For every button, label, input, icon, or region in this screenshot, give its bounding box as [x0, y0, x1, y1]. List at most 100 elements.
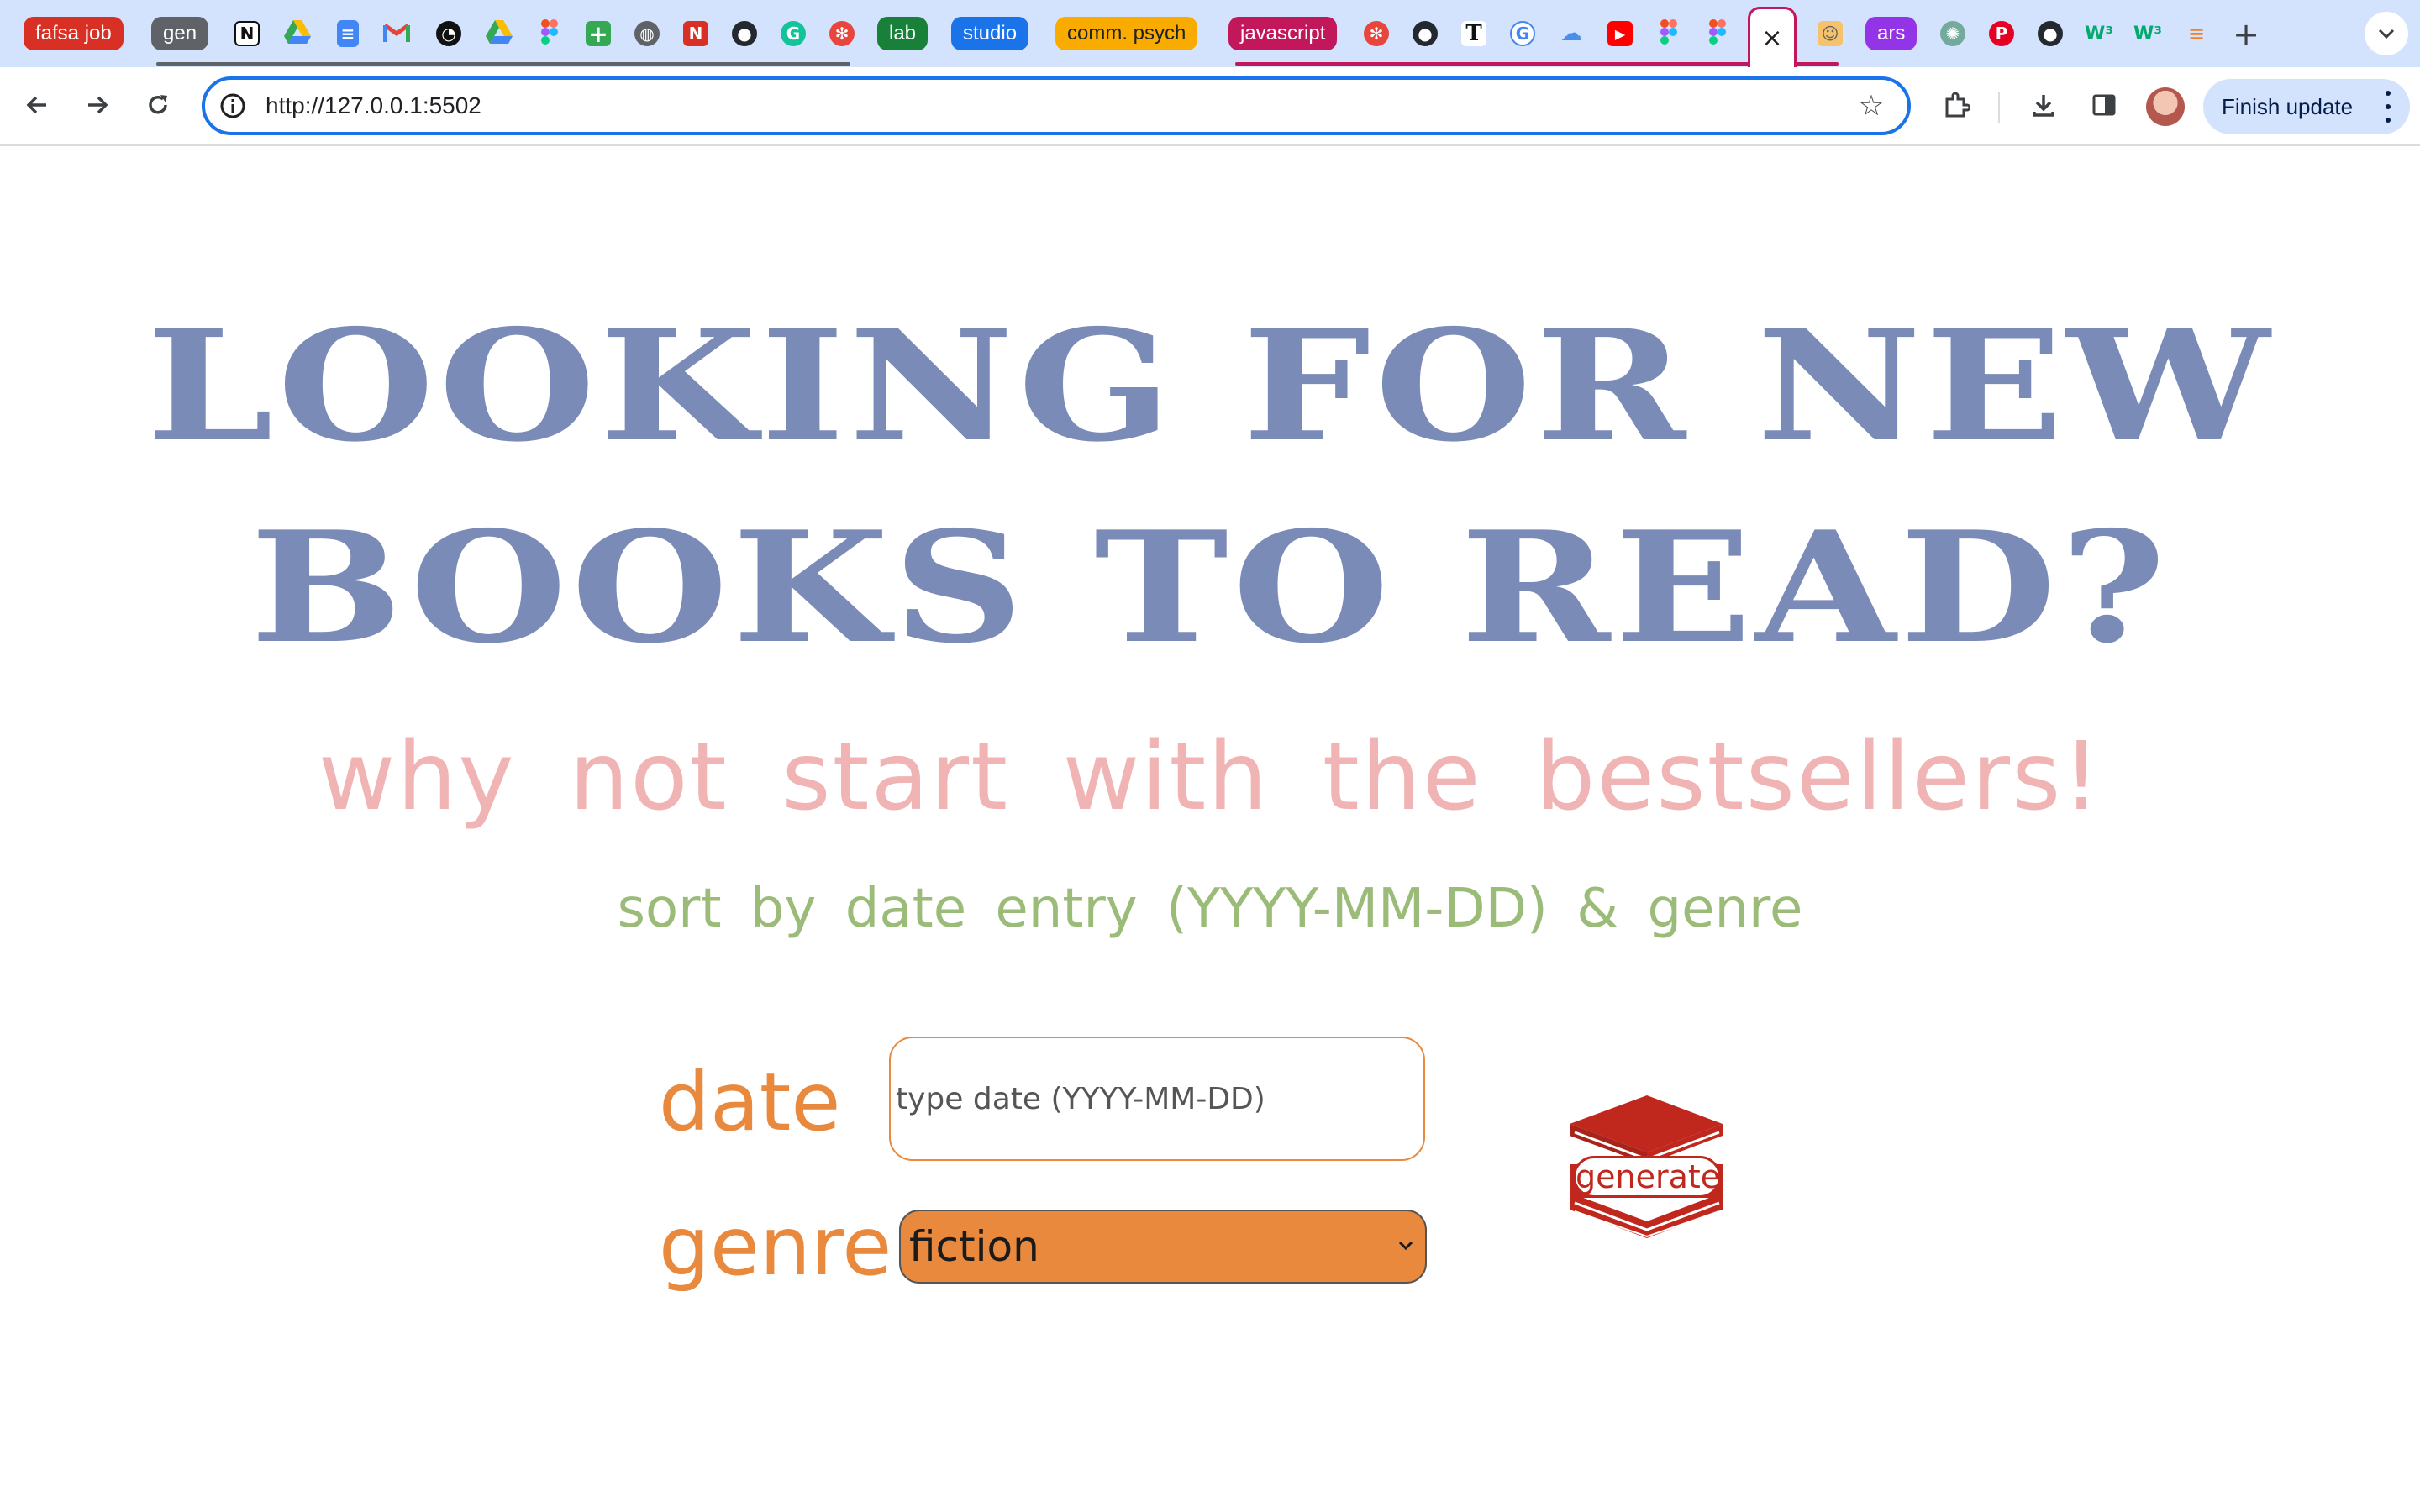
tab-group-lab[interactable]: lab [877, 0, 929, 67]
tab-nytimes[interactable]: T [1459, 0, 1489, 67]
extensions-button[interactable] [1931, 81, 1981, 132]
back-button[interactable] [12, 81, 62, 132]
genre-select[interactable]: fiction [899, 1210, 1427, 1284]
tab-timer[interactable]: ◔ [434, 0, 464, 67]
w3schools-icon: W³ [2085, 23, 2113, 45]
tab-group-label: studio [951, 17, 1029, 50]
timer-icon: ◔ [436, 21, 461, 46]
genre-selected-value: fiction [909, 1222, 1039, 1271]
downloads-button[interactable] [2018, 81, 2069, 132]
tab-strip: fafsa job gen N ≡ ◔ + ◍ N ● G ✻ lab stud… [0, 0, 2420, 67]
tab-group-label: ars [1865, 17, 1918, 50]
w3schools-icon: W³ [2133, 23, 2162, 45]
tab-google-docs[interactable]: ≡ [333, 0, 363, 67]
tab-figma-3[interactable] [1702, 0, 1733, 67]
settings-wheel-icon: ✻ [1364, 21, 1389, 46]
settings-wheel-icon: ✻ [829, 21, 855, 46]
tab-figma[interactable] [534, 0, 565, 67]
tab-settings-wheel[interactable]: ✻ [827, 0, 857, 67]
tab-group-javascript[interactable]: javascript [1228, 0, 1338, 67]
tab-cloud[interactable]: ☁ [1556, 0, 1586, 67]
bookmark-star-icon[interactable]: ☆ [1854, 88, 1889, 123]
nytimes-icon: T [1461, 21, 1486, 46]
tab-google-sheets-add[interactable]: + [583, 0, 613, 67]
news-icon: N [683, 21, 708, 46]
side-panel-icon [2091, 92, 2118, 122]
tab-google-drive[interactable] [282, 0, 313, 67]
tab-github-2[interactable]: ● [1410, 0, 1440, 67]
globe-icon: ◍ [634, 21, 660, 46]
close-tab-icon[interactable]: × [1761, 25, 1782, 51]
github-icon: ● [1413, 21, 1438, 46]
chatgpt-icon: ✺ [1940, 21, 1965, 46]
tab-figma-2[interactable] [1654, 0, 1684, 67]
tab-group-label: gen [151, 17, 209, 50]
site-info-icon[interactable] [217, 90, 249, 122]
profile-avatar[interactable] [2146, 87, 2185, 126]
tab-google[interactable]: G [1507, 0, 1538, 67]
headline-line-2: BOOKS TO READ? [250, 497, 2170, 677]
toolbar-divider [1998, 92, 2000, 123]
tab-group-gen[interactable]: gen [151, 0, 209, 67]
tab-w3schools[interactable]: W³ [2084, 0, 2114, 67]
chevron-down-icon [2378, 24, 2395, 44]
tab-group-ars[interactable]: ars [1865, 0, 1918, 67]
tab-group-label: javascript [1228, 17, 1338, 50]
google-sheets-icon: + [586, 20, 611, 48]
address-bar[interactable]: http://127.0.0.1:5502 ☆ [202, 76, 1911, 135]
tab-group-comm-psych[interactable]: comm. psych [1055, 0, 1198, 67]
tab-group-studio[interactable]: studio [951, 0, 1029, 67]
tab-w3schools-2[interactable]: W³ [2133, 0, 2163, 67]
tab-notion[interactable]: N [232, 0, 262, 67]
side-panel-button[interactable] [2079, 81, 2129, 132]
book-stack-icon [1563, 1095, 1731, 1247]
pinterest-icon: P [1989, 21, 2014, 46]
tab-group-label: lab [877, 17, 929, 50]
instruction-text: sort by date entry (YYYY-MM-DD) & genre [617, 878, 1803, 940]
tab-stackoverflow[interactable]: ≡ [2181, 0, 2212, 67]
figma-icon [541, 18, 558, 49]
tab-group-label: comm. psych [1055, 17, 1198, 50]
back-arrow-icon [24, 92, 50, 121]
finish-update-label: Finish update [2222, 93, 2354, 119]
tab-globe[interactable]: ◍ [632, 0, 662, 67]
active-tab[interactable]: × [1748, 7, 1797, 67]
subtitle: why not start with the bestsellers! [318, 722, 2102, 832]
headline-line-1: LOOKING FOR NEW [146, 296, 2274, 475]
figma-icon [1709, 18, 1726, 49]
forward-button[interactable] [72, 81, 123, 132]
github-icon: ● [2038, 21, 2063, 46]
genre-label: genre [659, 1200, 892, 1294]
browser-toolbar: http://127.0.0.1:5502 ☆ Finish update [0, 67, 2420, 146]
more-vert-icon [2385, 91, 2391, 123]
reload-icon [145, 92, 171, 121]
tab-news[interactable]: N [681, 0, 711, 67]
forward-arrow-icon [85, 92, 110, 121]
figma-icon [1660, 18, 1677, 49]
new-tab-button[interactable]: + [2228, 16, 2264, 53]
tab-person[interactable]: ☺ [1815, 0, 1845, 67]
tab-google-drive-2[interactable] [484, 0, 514, 67]
tab-settings-wheel-2[interactable]: ✻ [1361, 0, 1392, 67]
date-label: date [659, 1055, 841, 1149]
github-icon: ● [732, 21, 757, 46]
tab-grammarly[interactable]: G [778, 0, 808, 67]
tab-group-fafsa-job[interactable]: fafsa job [24, 0, 124, 67]
date-input[interactable] [889, 1037, 1425, 1161]
tab-github[interactable]: ● [729, 0, 760, 67]
generate-button[interactable]: generate [1563, 1092, 1731, 1243]
puzzle-piece-icon [1942, 91, 1971, 123]
chevron-down-icon [1397, 1236, 1415, 1255]
tab-github-3[interactable]: ● [2035, 0, 2065, 67]
url-text[interactable]: http://127.0.0.1:5502 [266, 80, 481, 132]
google-icon: G [1510, 21, 1535, 46]
grammarly-icon: G [781, 21, 806, 46]
reload-button[interactable] [133, 81, 183, 132]
tab-chatgpt[interactable]: ✺ [1938, 0, 1968, 67]
tab-search-button[interactable] [2365, 12, 2408, 55]
tab-pinterest[interactable]: P [1986, 0, 2017, 67]
tab-youtube[interactable]: ▶ [1605, 0, 1635, 67]
tab-gmail[interactable] [381, 0, 412, 67]
finish-update-button[interactable]: Finish update [2203, 79, 2410, 134]
google-docs-icon: ≡ [337, 20, 359, 47]
